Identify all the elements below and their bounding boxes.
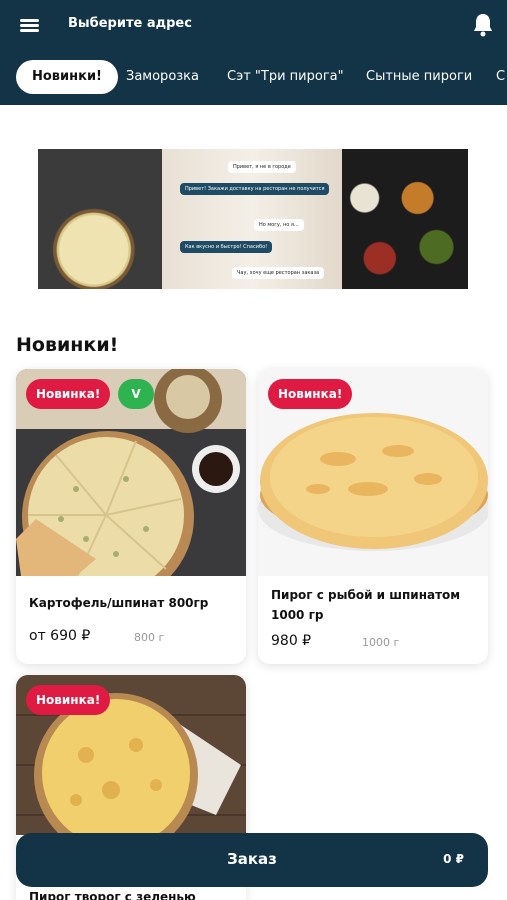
product-name: Картофель/шпинат 800гр (29, 596, 209, 610)
tab-hearty-pies[interactable]: Сытные пироги (366, 60, 472, 94)
product-weight: 800 г (134, 631, 165, 644)
product-price: от 690 ₽ (29, 628, 91, 644)
order-total: 0 ₽ (443, 852, 464, 866)
promo-banner[interactable]: Привет, я не в городе Привет! Закажи дос… (38, 149, 468, 289)
product-card[interactable]: Новинка! Пирог с рыбой и шпинатом 1000 г… (258, 369, 488, 664)
tab-more[interactable]: С (496, 60, 505, 94)
tab-three-pies-set[interactable]: Сэт "Три пирога" (227, 60, 344, 94)
banner-dishes-photo (342, 149, 468, 289)
banner-chat-message: Привет, я не в городе (228, 161, 296, 173)
banner-chat-collage: Привет, я не в городе Привет! Закажи дос… (162, 149, 342, 289)
app-header: Выберите адрес Новинки! Заморозка Сэт "Т… (0, 0, 507, 105)
new-badge: Новинка! (268, 379, 353, 409)
product-price: 980 ₽ (271, 633, 312, 649)
new-badge: Новинка! (26, 685, 111, 715)
section-title: Новинки! (16, 334, 119, 356)
banner-pie-photo (38, 149, 162, 289)
banner-chat-message: Как вкусно и быстро! Спасибо! (180, 241, 273, 253)
product-card[interactable]: Новинка! V Картофель/шпинат 800гр от 690… (16, 369, 246, 664)
product-name: Пирог творог с зеленью (29, 890, 196, 900)
order-label: Заказ (227, 850, 277, 868)
vegetarian-badge: V (118, 379, 154, 409)
tab-novinki[interactable]: Новинки! (16, 60, 118, 94)
product-weight: 1000 г (362, 636, 400, 649)
order-button[interactable]: Заказ 0 ₽ (16, 833, 488, 887)
select-address-link[interactable]: Выберите адрес (68, 16, 192, 31)
product-name: Пирог с рыбой и шпинатом 1000 гр (271, 588, 461, 622)
banner-chat-message: Чау, хочу еще ресторан заказа (232, 267, 325, 279)
banner-chat-message: Но могу, но я... (254, 219, 304, 231)
banner-chat-message: Привет! Закажи доставку на ресторан не п… (180, 183, 330, 195)
category-tabs: Новинки! Заморозка Сэт "Три пирога" Сытн… (0, 60, 507, 96)
new-badge: Новинка! (26, 379, 111, 409)
menu-icon[interactable] (18, 14, 42, 36)
notification-bell-icon[interactable] (471, 12, 495, 38)
tab-zamorozka[interactable]: Заморозка (126, 60, 199, 94)
